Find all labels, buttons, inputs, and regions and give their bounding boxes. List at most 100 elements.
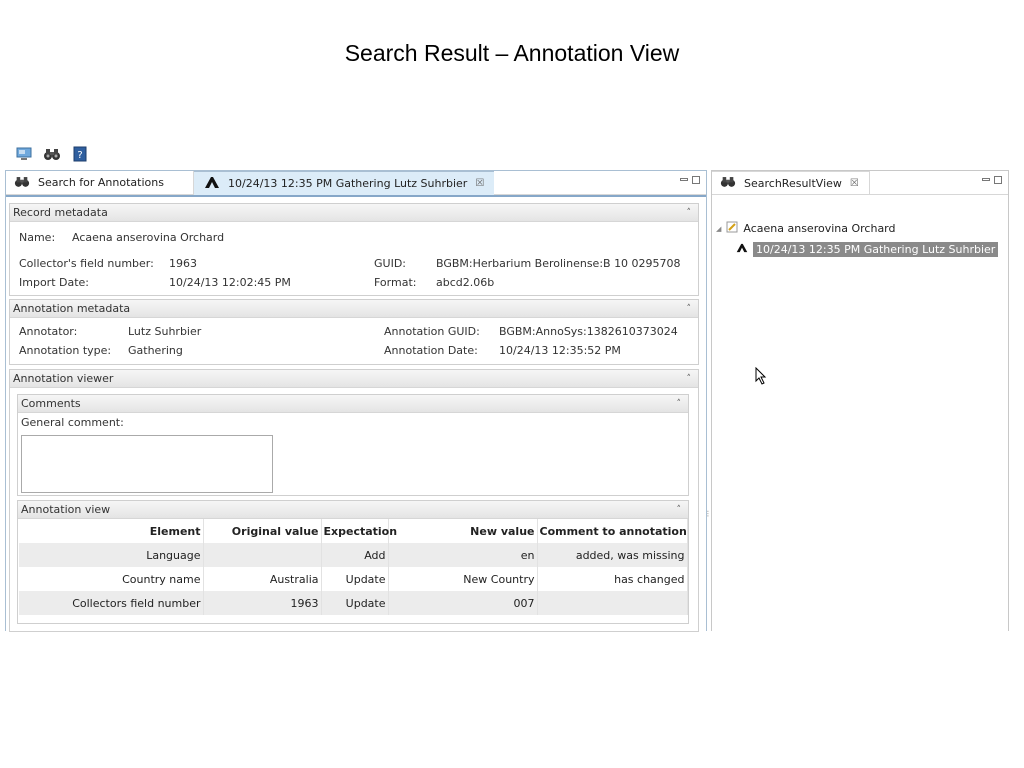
table-header-row: Element Original value Expectation New v… xyxy=(19,519,688,543)
format-value: abcd2.06b xyxy=(436,276,495,289)
collector-value: 1963 xyxy=(169,257,197,270)
format-label: Format: xyxy=(374,276,417,289)
slide-title: Search Result – Annotation View xyxy=(344,40,680,66)
comments-section: Comments ˄ General comment: xyxy=(17,394,689,496)
section-title: Record metadata xyxy=(13,206,108,219)
main-toolbar: ? xyxy=(15,145,89,163)
column-header-new-value[interactable]: New value xyxy=(388,519,538,543)
table-cell xyxy=(203,543,322,567)
tab-search-result-view[interactable]: SearchResultView ☒ xyxy=(712,171,870,195)
section-header[interactable]: Record metadata ˄ xyxy=(10,204,698,222)
annotation-type-value: Gathering xyxy=(128,344,183,357)
annotation-editor-view: Search for Annotations 10/24/13 12:35 PM… xyxy=(5,170,707,632)
record-metadata-section: Record metadata ˄ Name: Acaena anserovin… xyxy=(9,203,699,296)
table-cell: 1963 xyxy=(203,591,322,615)
tree-item-annotation[interactable]: 10/24/13 12:35 PM Gathering Lutz Suhrbie… xyxy=(736,242,999,257)
editor-body: Record metadata ˄ Name: Acaena anserovin… xyxy=(6,195,706,632)
table-cell: Country name xyxy=(19,567,204,591)
collector-label: Collector's field number: xyxy=(19,257,154,270)
section-title: Annotation viewer xyxy=(13,372,114,385)
name-value: Acaena anserovina Orchard xyxy=(72,231,225,244)
column-header-expectation[interactable]: Expectation xyxy=(321,519,397,543)
general-comment-textarea[interactable] xyxy=(21,435,273,493)
close-icon[interactable]: ☒ xyxy=(475,178,484,189)
right-tabbar: SearchResultView ☒ xyxy=(712,171,1008,195)
tree-item-label-selected: 10/24/13 12:35 PM Gathering Lutz Suhrbie… xyxy=(753,242,999,257)
name-label: Name: xyxy=(19,231,56,244)
annotation-guid-label: Annotation GUID: xyxy=(384,325,480,338)
tab-label: SearchResultView xyxy=(744,176,842,190)
edit-record-icon xyxy=(726,221,738,236)
guid-value: BGBM:Herbarium Berolinense:B 10 0295708 xyxy=(436,257,681,270)
table-cell: Update xyxy=(321,591,389,615)
left-tabbar: Search for Annotations 10/24/13 12:35 PM… xyxy=(6,171,706,195)
table-cell: Collectors field number xyxy=(19,591,204,615)
collapse-icon[interactable]: ˄ xyxy=(687,304,696,314)
column-header-original-value[interactable]: Original value xyxy=(203,519,322,543)
collapse-icon[interactable]: ˄ xyxy=(677,399,686,409)
monitor-icon[interactable] xyxy=(15,145,33,163)
collapse-icon[interactable]: ˄ xyxy=(687,374,696,384)
section-title: Annotation metadata xyxy=(13,302,131,315)
binoculars-icon xyxy=(14,175,30,191)
table-row[interactable]: Country name Australia Update New Countr… xyxy=(19,567,688,591)
section-header[interactable]: Annotation viewer ˄ xyxy=(10,370,698,388)
table-cell: added, was missing xyxy=(537,543,688,567)
annotation-view-section: Annotation view ˄ Element Original value… xyxy=(17,500,689,624)
annotator-value: Lutz Suhrbier xyxy=(128,325,202,338)
annotation-date-label: Annotation Date: xyxy=(384,344,478,357)
annotation-a-icon xyxy=(204,176,220,192)
help-book-icon[interactable]: ? xyxy=(71,145,89,163)
search-result-view: SearchResultView ☒ ◢ Acaena anserovina O… xyxy=(711,170,1009,631)
tree-item-label: Acaena anserovina Orchard xyxy=(743,222,896,235)
general-comment-label: General comment: xyxy=(21,416,124,429)
guid-label: GUID: xyxy=(374,257,406,270)
table-cell: has changed xyxy=(537,567,688,591)
table-cell: 007 xyxy=(388,591,538,615)
collapse-icon[interactable]: ˄ xyxy=(687,208,696,218)
binoculars-icon xyxy=(720,175,736,191)
section-title: Annotation view xyxy=(21,503,111,516)
section-header[interactable]: Annotation view ˄ xyxy=(18,501,688,519)
maximize-icon[interactable] xyxy=(692,176,700,184)
window-controls xyxy=(982,176,1002,184)
annotation-viewer-section: Annotation viewer ˄ Comments ˄ General c… xyxy=(9,369,699,632)
import-date-value: 10/24/13 12:02:45 PM xyxy=(169,276,291,289)
annotation-a-icon xyxy=(736,242,748,257)
import-date-label: Import Date: xyxy=(19,276,90,289)
annotation-date-value: 10/24/13 12:35:52 PM xyxy=(499,344,621,357)
table-cell xyxy=(537,591,688,615)
tab-annotation-record[interactable]: 10/24/13 12:35 PM Gathering Lutz Suhrbie… xyxy=(194,171,494,195)
table-cell: en xyxy=(388,543,538,567)
column-header-comment[interactable]: Comment to annotation xyxy=(537,519,688,543)
tab-label: 10/24/13 12:35 PM Gathering Lutz Suhrbie… xyxy=(228,177,468,190)
annotation-table: Element Original value Expectation New v… xyxy=(19,519,688,615)
tree-item-record[interactable]: ◢ Acaena anserovina Orchard xyxy=(716,221,896,236)
table-row[interactable]: Language Add en added, was missing xyxy=(19,543,688,567)
annotator-label: Annotator: xyxy=(19,325,78,338)
tab-search-annotations[interactable]: Search for Annotations xyxy=(6,171,194,195)
svg-text:?: ? xyxy=(77,150,82,161)
annotation-type-label: Annotation type: xyxy=(19,344,112,357)
table-cell: Australia xyxy=(203,567,322,591)
table-cell: Add xyxy=(321,543,389,567)
table-cell: Language xyxy=(19,543,204,567)
minimize-icon[interactable] xyxy=(982,178,990,181)
mouse-cursor-icon xyxy=(755,366,767,388)
annotation-guid-value: BGBM:AnnoSys:1382610373024 xyxy=(499,325,678,338)
maximize-icon[interactable] xyxy=(994,176,1002,184)
annotation-metadata-section: Annotation metadata ˄ Annotator: Lutz Su… xyxy=(9,299,699,365)
tab-label: Search for Annotations xyxy=(38,176,164,189)
window-controls xyxy=(680,176,700,184)
section-title: Comments xyxy=(21,397,81,410)
column-header-element[interactable]: Element xyxy=(19,519,204,543)
section-header[interactable]: Annotation metadata ˄ xyxy=(10,300,698,318)
table-row[interactable]: Collectors field number 1963 Update 007 xyxy=(19,591,688,615)
table-cell: Update xyxy=(321,567,389,591)
collapse-icon[interactable]: ˄ xyxy=(677,505,686,515)
minimize-icon[interactable] xyxy=(680,178,688,181)
tree-expand-icon[interactable]: ◢ xyxy=(716,225,721,233)
binoculars-icon[interactable] xyxy=(43,145,61,163)
close-icon[interactable]: ☒ xyxy=(850,178,859,189)
section-header[interactable]: Comments ˄ xyxy=(18,395,688,413)
